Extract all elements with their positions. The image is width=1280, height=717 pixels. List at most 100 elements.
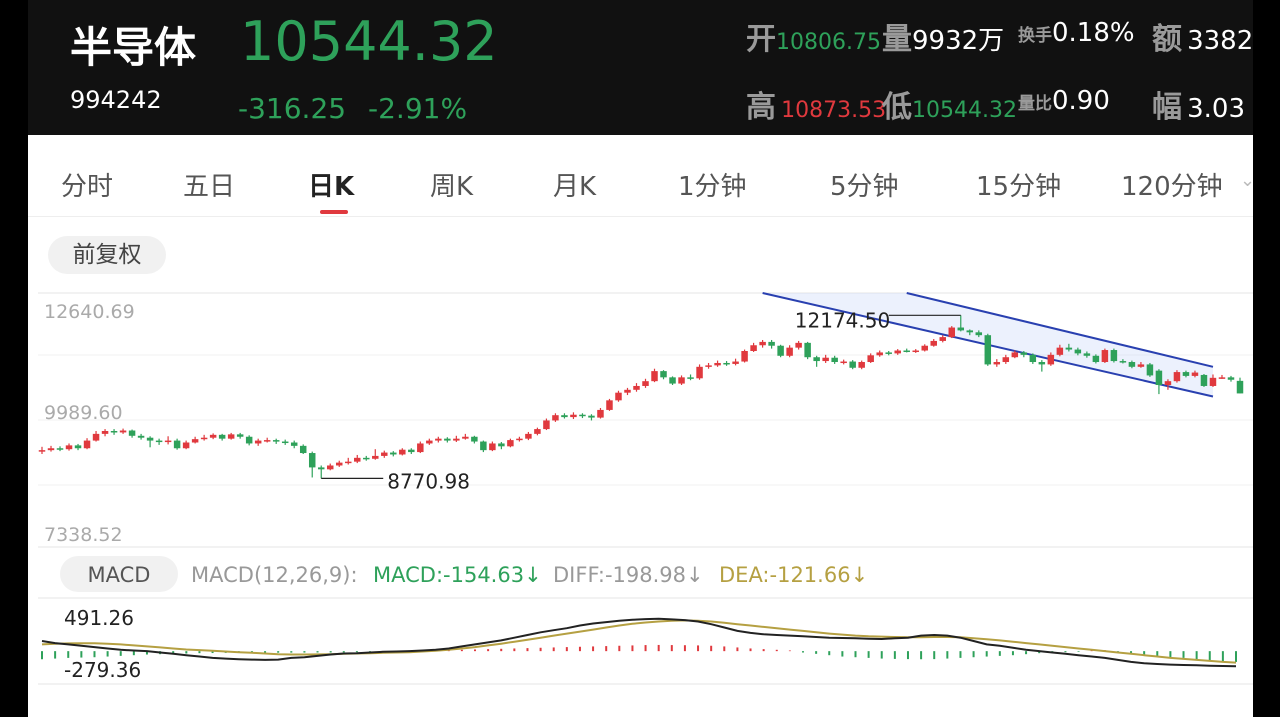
- candle-body: [308, 453, 316, 468]
- candle-body: [345, 461, 352, 464]
- candle-body: [588, 415, 595, 418]
- candle-body: [101, 430, 109, 434]
- candle: [417, 441, 424, 454]
- candle-body: [281, 441, 289, 444]
- candle-body: [426, 440, 433, 444]
- candle-body: [1173, 372, 1181, 382]
- candle: [912, 349, 919, 353]
- candle: [372, 449, 379, 460]
- candle-body: [642, 381, 649, 386]
- candle: [92, 430, 100, 442]
- candle: [858, 360, 865, 370]
- candle-body: [354, 457, 361, 462]
- candle: [714, 360, 721, 367]
- candle-body: [164, 440, 172, 443]
- candle-body: [732, 361, 739, 364]
- candle: [56, 446, 64, 452]
- candle: [101, 429, 109, 437]
- candle-body: [1038, 362, 1046, 365]
- candle-body: [236, 434, 244, 437]
- candle-body: [173, 440, 181, 449]
- candle-body: [1011, 352, 1019, 358]
- candle-body: [1182, 372, 1190, 376]
- candle-body: [651, 371, 658, 382]
- candle: [579, 413, 586, 419]
- candle-body: [705, 365, 712, 367]
- candle-body: [597, 409, 604, 418]
- candle-body: [669, 377, 676, 384]
- candle: [849, 360, 856, 370]
- candle-body: [516, 438, 523, 441]
- candle: [227, 432, 235, 440]
- candle-body: [254, 440, 262, 444]
- candle: [786, 345, 793, 358]
- candle-body: [263, 440, 271, 442]
- candle-body: [182, 442, 190, 449]
- candle-body: [209, 434, 217, 438]
- candle: [813, 355, 820, 367]
- candle: [345, 457, 352, 465]
- candle: [435, 436, 442, 443]
- candle-body: [966, 330, 974, 333]
- candle-body: [390, 452, 397, 455]
- candle: [552, 413, 559, 422]
- candle-body: [660, 371, 667, 378]
- candle: [1002, 354, 1010, 364]
- candle: [146, 436, 154, 448]
- candle: [1200, 373, 1208, 387]
- candle-body: [1164, 381, 1172, 386]
- candle: [948, 326, 956, 339]
- candle: [615, 390, 622, 402]
- candle-body: [993, 362, 1001, 365]
- candle: [777, 344, 784, 358]
- candle-body: [570, 414, 577, 418]
- candle: [74, 443, 82, 451]
- candle-body: [903, 350, 910, 353]
- candle: [218, 433, 226, 441]
- candle: [1146, 362, 1154, 377]
- macd-params: MACD(12,26,9):: [191, 563, 358, 587]
- candle: [308, 451, 316, 478]
- candle-body: [1137, 364, 1145, 367]
- dea-line: [41, 619, 1237, 664]
- candle-body: [1029, 354, 1037, 363]
- candle-body: [435, 438, 442, 441]
- candle: [534, 427, 541, 436]
- candle-body: [1083, 353, 1091, 356]
- candle-body: [552, 415, 559, 421]
- candle: [137, 433, 145, 440]
- candle-body: [543, 420, 550, 430]
- candle: [128, 429, 136, 438]
- price-annotations: 12174.50 8770.98: [321, 308, 961, 493]
- candle: [281, 439, 289, 445]
- candle: [354, 454, 361, 464]
- candle: [516, 436, 523, 442]
- candle-body: [975, 332, 983, 336]
- candle-body: [876, 352, 883, 356]
- candle: [254, 438, 262, 446]
- candle-body: [678, 377, 685, 384]
- candle-body: [272, 440, 280, 442]
- candle-body: [471, 436, 478, 442]
- candle-body: [137, 435, 145, 438]
- candle: [326, 463, 334, 471]
- candle: [498, 442, 505, 450]
- candle-body: [1056, 347, 1064, 355]
- candle: [831, 355, 838, 364]
- candle: [984, 333, 992, 366]
- candle: [426, 438, 433, 445]
- candle: [200, 434, 208, 441]
- chart-canvas[interactable]: 12640.69 9989.60 7338.52 12174.50 8770.9…: [28, 0, 1253, 717]
- candle-body: [489, 443, 496, 451]
- candle-body: [822, 357, 829, 362]
- candle-body: [200, 437, 208, 440]
- candle-body: [561, 415, 568, 418]
- candle: [597, 408, 604, 419]
- candle: [182, 440, 190, 450]
- diff-line: [41, 617, 1237, 668]
- candle-body: [948, 327, 956, 338]
- candle-body: [741, 350, 748, 362]
- candle-body: [128, 430, 136, 436]
- candle: [1227, 375, 1235, 382]
- candle: [795, 340, 802, 350]
